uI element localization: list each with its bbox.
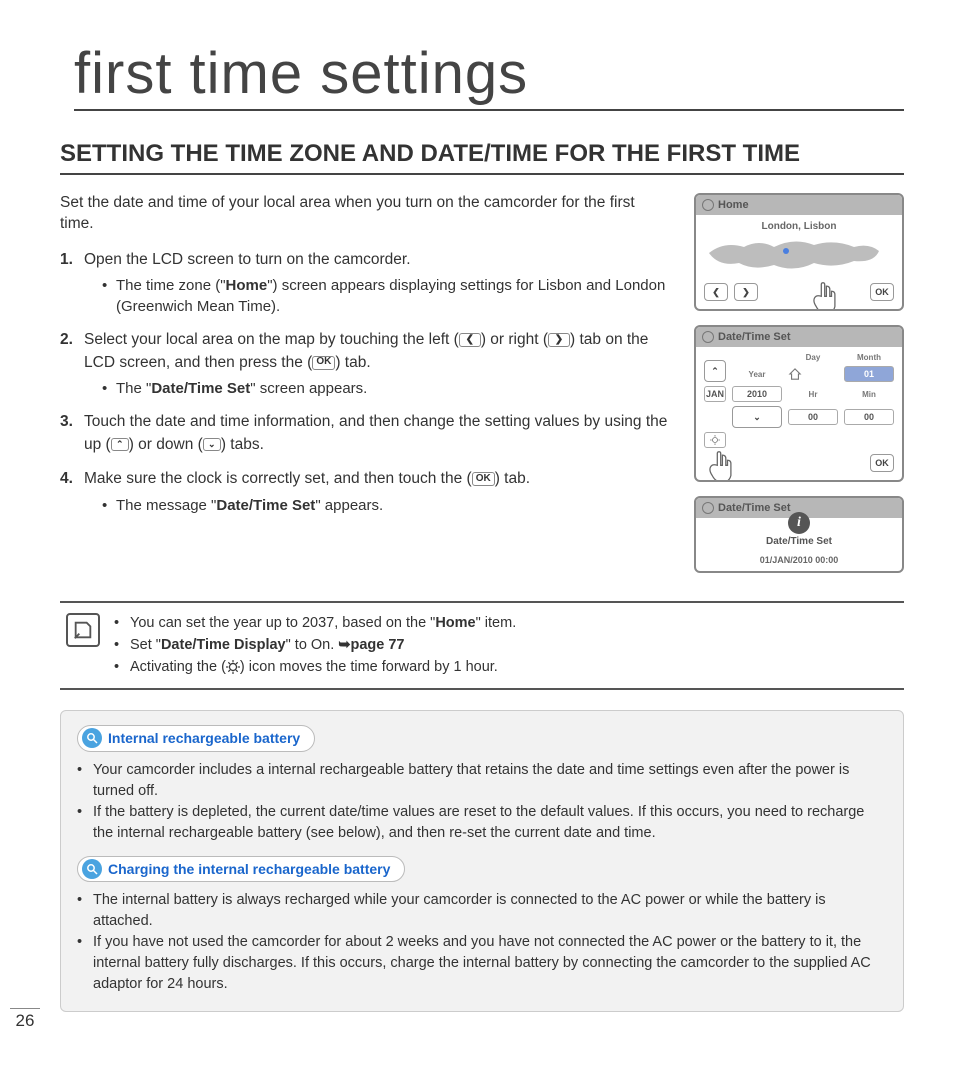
ok-button[interactable]: OK xyxy=(870,283,894,301)
step-4: 4. Make sure the clock is correctly set,… xyxy=(60,468,672,515)
panel-bullet: Your camcorder includes a internal recha… xyxy=(77,760,887,802)
up-button[interactable]: ⌃ xyxy=(704,360,726,382)
right-button[interactable]: ❯ xyxy=(734,283,758,301)
city-label: London, Lisbon xyxy=(704,221,894,232)
home-screen: Home London, Lisbon ❮ ❯ OK xyxy=(694,193,904,311)
note-icon xyxy=(66,613,100,647)
gear-icon xyxy=(702,199,714,211)
intro-text: Set the date and time of your local area… xyxy=(60,193,672,235)
world-map-icon xyxy=(704,233,884,277)
left-tab-icon: ❮ xyxy=(459,333,481,347)
gear-icon xyxy=(702,331,714,343)
page-title: first time settings xyxy=(74,40,904,111)
ok-tab-icon: OK xyxy=(312,356,335,370)
magnifier-icon xyxy=(82,728,102,748)
dst-icon xyxy=(226,660,240,674)
battery-heading: Internal rechargeable battery xyxy=(77,725,315,751)
step-4-sub: The message "Date/Time Set" appears. xyxy=(102,495,672,516)
page-number: 26 xyxy=(10,1008,40,1031)
confirm-screen: Date/Time Set i Date/Time Set 01/JAN/201… xyxy=(694,496,904,573)
down-button[interactable]: ⌄ xyxy=(732,406,782,428)
ok-tab-icon: OK xyxy=(472,472,495,486)
dst-cell[interactable] xyxy=(704,432,726,448)
note-1: You can set the year up to 2037, based o… xyxy=(114,613,516,635)
section-heading: SETTING THE TIME ZONE AND DATE/TIME FOR … xyxy=(60,139,904,175)
year-cell[interactable]: 2010 xyxy=(732,386,782,402)
gear-icon xyxy=(702,502,714,514)
panel-bullet: If you have not used the camcorder for a… xyxy=(77,932,887,995)
info-icon: i xyxy=(788,512,810,534)
hour-cell[interactable]: 00 xyxy=(788,409,838,425)
panel-bullet: The internal battery is always recharged… xyxy=(77,890,887,932)
note-3: Activating the () icon moves the time fo… xyxy=(114,657,516,679)
note-box: You can set the year up to 2037, based o… xyxy=(60,601,904,690)
magnifier-icon xyxy=(82,859,102,879)
min-cell[interactable]: 00 xyxy=(844,409,894,425)
left-button[interactable]: ❮ xyxy=(704,283,728,301)
step-3: 3. Touch the date and time information, … xyxy=(60,411,672,456)
confirm-message: Date/Time Set xyxy=(700,536,898,547)
home-icon xyxy=(788,368,802,380)
charging-heading: Charging the internal rechargeable batte… xyxy=(77,856,405,882)
step-1: 1. Open the LCD screen to turn on the ca… xyxy=(60,249,672,317)
ok-button[interactable]: OK xyxy=(870,454,894,472)
step-2-sub: The "Date/Time Set" screen appears. xyxy=(102,378,672,399)
steps-list: 1. Open the LCD screen to turn on the ca… xyxy=(60,249,672,516)
step-2: 2. Select your local area on the map by … xyxy=(60,329,672,399)
confirm-stamp: 01/JAN/2010 00:00 xyxy=(700,555,898,565)
month-cell[interactable]: JAN xyxy=(704,386,726,402)
dst-icon xyxy=(710,435,720,445)
note-2: Set "Date/Time Display" to On. ➥page 77 xyxy=(114,635,516,657)
info-panel: Internal rechargeable battery Your camco… xyxy=(60,710,904,1012)
right-tab-icon: ❯ xyxy=(548,333,570,347)
up-tab-icon: ⌃ xyxy=(111,438,129,451)
datetime-screen: Date/Time Set Day Month Year 01 JAN 2010… xyxy=(694,325,904,482)
down-tab-icon: ⌄ xyxy=(203,438,221,451)
day-cell[interactable]: 01 xyxy=(844,366,894,382)
step-1-sub: The time zone ("Home") screen appears di… xyxy=(102,275,672,317)
panel-bullet: If the battery is depleted, the current … xyxy=(77,802,887,844)
